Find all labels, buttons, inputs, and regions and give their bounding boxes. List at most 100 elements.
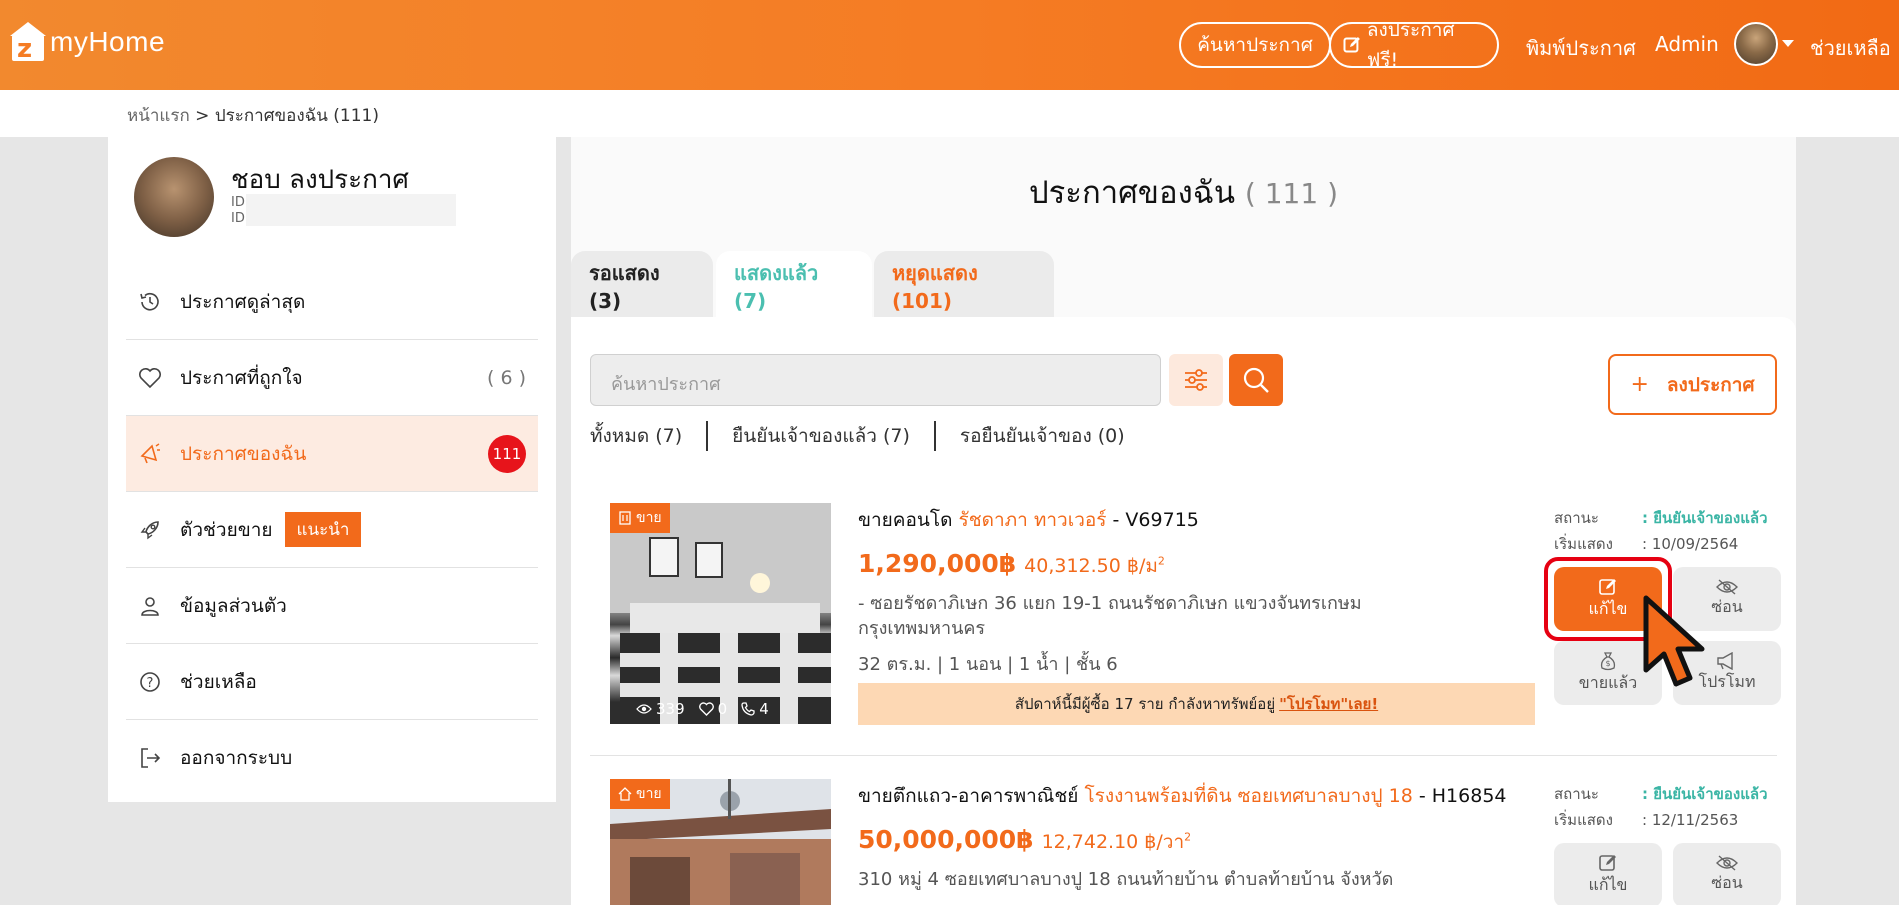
- breadcrumb-bar: หน้าแรก > ประกาศของฉัน (111): [0, 90, 1899, 137]
- likes-stat: 0: [698, 700, 728, 718]
- filter-all[interactable]: ทั้งหมด (7): [590, 421, 682, 451]
- site-logo[interactable]: z myHome: [8, 22, 166, 64]
- listing-code: - V69715: [1112, 509, 1199, 531]
- likes-count: 0: [717, 700, 728, 718]
- search-button[interactable]: [1229, 354, 1283, 406]
- add-listing-button[interactable]: + ลงประกาศ: [1608, 354, 1777, 415]
- sidebar-item-recent[interactable]: ประกาศดูล่าสุด: [126, 264, 538, 340]
- edit-icon: [1599, 854, 1616, 871]
- tab-pending[interactable]: รอแสดง (3): [571, 251, 713, 319]
- listing-item: ขาย 339 0 4 ขายคอนโด รัชดาภา ทาวเวอร์ - …: [590, 503, 1781, 733]
- sidebar-item-favorites[interactable]: ประกาศที่ถูกใจ ( 6 ): [126, 340, 538, 416]
- logo-text: myHome: [50, 26, 166, 57]
- megaphone-icon: [138, 442, 162, 466]
- edit-button[interactable]: แก้ไข: [1554, 843, 1662, 905]
- listing-status: สถานะ: ยืนยันเจ้าของแล้ว เริ่มแสดง: 10/0…: [1554, 505, 1768, 557]
- admin-link[interactable]: Admin: [1655, 32, 1719, 56]
- phone-icon: [741, 702, 755, 716]
- hide-label: ซ่อน: [1711, 872, 1743, 892]
- money-bag-icon: $: [1600, 651, 1616, 670]
- bedroom-photo-icon: [610, 503, 831, 724]
- profile-id-redacted-2: [246, 210, 456, 226]
- sidebar-item-profile[interactable]: ข้อมูลส่วนตัว: [126, 568, 538, 644]
- unit-price: 40,312.50 ฿/ม: [1024, 555, 1158, 577]
- promo-link[interactable]: "โปรโมท"เลย!: [1279, 692, 1378, 716]
- help-link[interactable]: ช่วยเหลือ: [1810, 32, 1891, 64]
- sale-tag-label: ขาย: [636, 510, 662, 526]
- post-free-button[interactable]: ลงประกาศฟรี!: [1329, 19, 1499, 71]
- listing-project[interactable]: รัชดาภา ทาวเวอร์: [959, 509, 1107, 531]
- listing-project[interactable]: โรงงานพร้อมที่ดิน ซอยเทศบาลบางปู 18: [1084, 785, 1412, 807]
- sliders-icon: [1185, 369, 1207, 391]
- sidebar-item-help[interactable]: ? ช่วยเหลือ: [126, 644, 538, 720]
- heart-icon: [138, 366, 162, 390]
- print-listing-link[interactable]: พิมพ์ประกาศ: [1526, 32, 1636, 64]
- question-icon: ?: [138, 670, 162, 694]
- sidebar-item-my-listings[interactable]: ประกาศของฉัน 111: [126, 416, 538, 492]
- filter-verified[interactable]: ยืนยันเจ้าของแล้ว (7): [732, 421, 910, 451]
- start-label: เริ่มแสดง: [1554, 535, 1613, 553]
- listing-type: ขายคอนโด: [858, 509, 953, 531]
- listing-specs: 32 ตร.ม. | 1 นอน | 1 น้ำ | ชั้น 6: [858, 654, 1118, 675]
- hide-button[interactable]: ซ่อน: [1673, 843, 1781, 905]
- tab-stopped[interactable]: หยุดแสดง (101): [874, 251, 1054, 319]
- eye-off-icon: [1716, 578, 1738, 595]
- search-listings-label: ค้นหาประกาศ: [1197, 34, 1313, 56]
- sidebar-item-label: ประกาศที่ถูกใจ: [180, 366, 303, 389]
- profile-id-redacted: [246, 194, 456, 210]
- listing-price: 50,000,000฿ 12,742.10 ฿/วา2: [858, 825, 1191, 857]
- search-listings-button[interactable]: ค้นหาประกาศ: [1179, 22, 1331, 68]
- filter-divider: [706, 421, 709, 451]
- page-title-text: ประกาศของฉัน: [1028, 175, 1236, 211]
- recommended-tag: แนะนำ: [284, 512, 362, 547]
- favorites-count: ( 6 ): [487, 366, 526, 389]
- status-value: : ยืนยันเจ้าของแล้ว: [1642, 785, 1768, 803]
- promo-banner: สัปดาห์นี้มีผู้ซื้อ 17 ราย กำลังหาทรัพย์…: [858, 683, 1535, 725]
- house-icon: [618, 787, 632, 801]
- sidebar-item-label: ตัวช่วยขาย: [180, 518, 273, 541]
- main-panel: ประกาศของฉัน ( 111 ) รอแสดง (3) แสดงแล้ว…: [571, 137, 1796, 905]
- svg-text:?: ?: [147, 676, 154, 691]
- listing-title[interactable]: ขายตึกแถว-อาคารพาณิชย์ โรงงานพร้อมที่ดิน…: [858, 781, 1507, 811]
- listing-title[interactable]: ขายคอนโด รัชดาภา ทาวเวอร์ - V69715: [858, 505, 1199, 535]
- user-avatar[interactable]: [1734, 22, 1778, 66]
- search-input[interactable]: ค้นหาประกาศ: [590, 354, 1161, 406]
- sidebar-item-logout[interactable]: ออกจากระบบ: [126, 720, 538, 796]
- filter-pending-verify[interactable]: รอยืนยันเจ้าของ (0): [960, 421, 1125, 451]
- sidebar-item-label: ประกาศของฉัน: [180, 442, 307, 465]
- unit-price: 12,742.10 ฿/วา: [1041, 831, 1185, 853]
- eye-off-icon: [1716, 854, 1738, 871]
- sidebar-item-label: ออกจากระบบ: [180, 747, 293, 769]
- sale-tag: ขาย: [610, 503, 670, 533]
- page-title: ประกาศของฉัน ( 111 ): [571, 167, 1796, 217]
- sidebar-item-label: ช่วยเหลือ: [180, 670, 257, 693]
- post-free-label: ลงประกาศฟรี!: [1366, 19, 1455, 71]
- sale-tag: ขาย: [610, 779, 670, 809]
- listing-code: - H16854: [1418, 785, 1507, 807]
- sidebar-item-sales-helper[interactable]: ตัวช่วยขาย แนะนำ: [126, 492, 538, 568]
- listings-card: ค้นหาประกาศ + ลงประกาศ ทั้งหมด (7) ยืนยั…: [571, 317, 1796, 905]
- top-navbar: z myHome ค้นหาประกาศ ลงประกาศฟรี! พิมพ์ป…: [0, 0, 1899, 90]
- logout-icon: [138, 746, 162, 770]
- tab-active[interactable]: แสดงแล้ว (7): [716, 251, 872, 319]
- heart-icon: [698, 702, 714, 716]
- sidebar-item-label: ประกาศดูล่าสุด: [180, 290, 306, 313]
- listing-address: 310 หมู่ 4 ซอยเทศบาลบางปู 18 ถนนท้ายบ้าน…: [858, 869, 1394, 890]
- status-value: : ยืนยันเจ้าของแล้ว: [1642, 509, 1768, 527]
- views-count: 339: [656, 700, 685, 718]
- status-label: สถานะ: [1554, 785, 1599, 803]
- listing-photo[interactable]: ขาย 339 0 4: [610, 503, 831, 724]
- breadcrumb-home[interactable]: หน้าแรก: [127, 106, 190, 126]
- start-label: เริ่มแสดง: [1554, 811, 1613, 829]
- sale-tag-label: ขาย: [636, 786, 662, 802]
- listing-stats: 339 0 4: [636, 700, 769, 718]
- chevron-down-icon[interactable]: [1782, 40, 1794, 47]
- status-label: สถานะ: [1554, 509, 1599, 527]
- sidebar-item-label: ข้อมูลส่วนตัว: [180, 594, 287, 617]
- listing-photo[interactable]: ขาย: [610, 779, 831, 905]
- listing-item: ขาย ขายตึกแถว-อาคารพาณิชย์ โรงงานพร้อมที…: [590, 779, 1781, 905]
- listing-address: - ซอยรัชดาภิเษก 36 แยก 19-1 ถนนรัชดาภิเษ…: [858, 593, 1362, 639]
- edit-label: แก้ไข: [1588, 874, 1628, 894]
- promo-text: สัปดาห์นี้มีผู้ซื้อ 17 ราย กำลังหาทรัพย์…: [1014, 695, 1276, 713]
- filter-button[interactable]: [1169, 354, 1223, 406]
